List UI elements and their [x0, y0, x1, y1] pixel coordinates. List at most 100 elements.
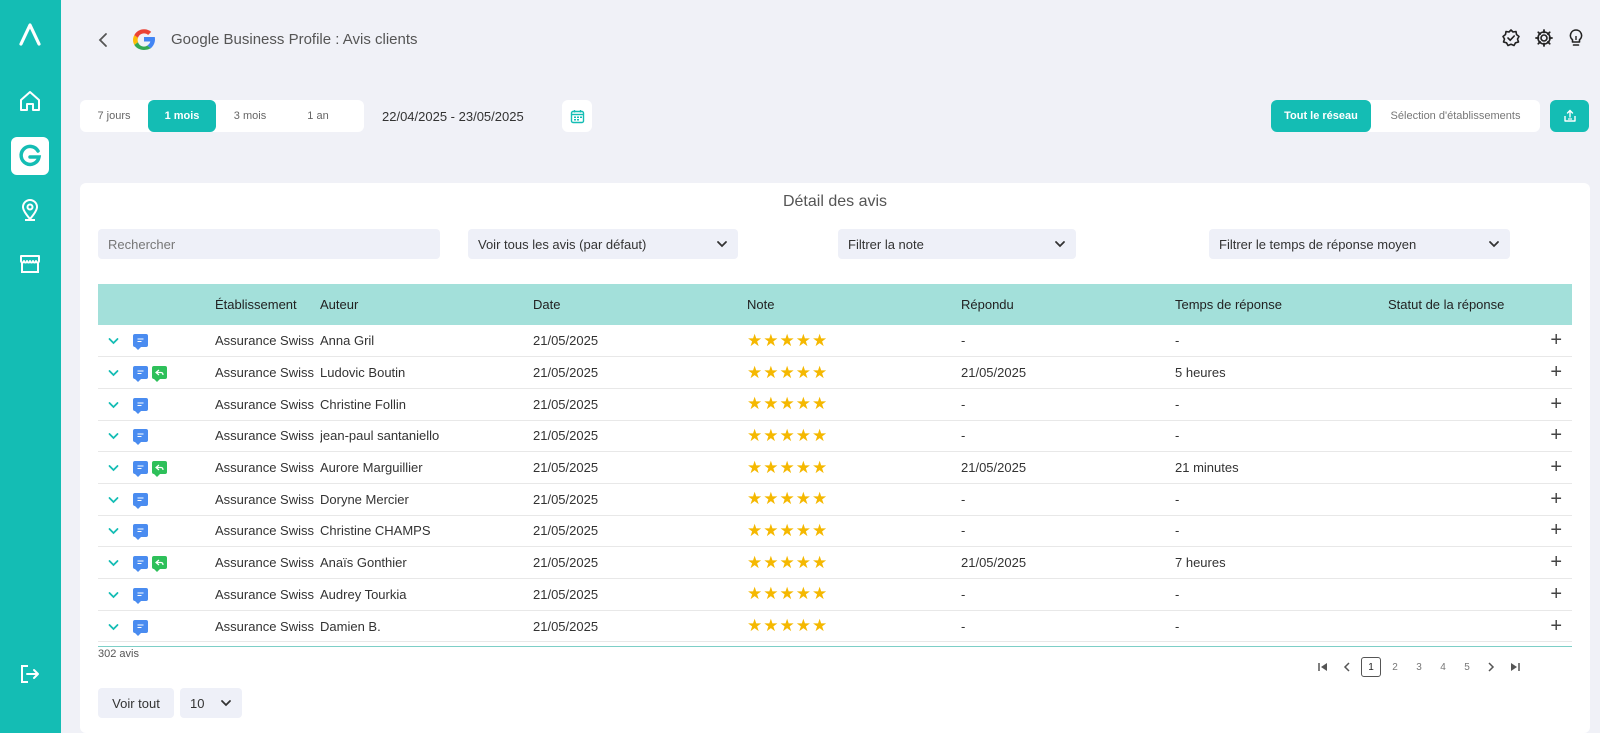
card-title: Détail des avis [782, 193, 888, 210]
establishment-cell: Assurance Swiss [215, 555, 314, 571]
chevron-down-icon[interactable] [108, 623, 119, 631]
expand-cell[interactable] [98, 357, 133, 389]
icons-cell [133, 515, 215, 547]
search-input[interactable] [98, 229, 440, 259]
add-response-button[interactable]: + [1388, 547, 1572, 579]
page-1[interactable]: 1 [1361, 657, 1381, 677]
last-page-button[interactable] [1505, 657, 1525, 677]
period-3-months[interactable]: 3 mois [216, 100, 284, 132]
chevron-left-icon [98, 33, 107, 47]
calendar-icon [570, 109, 584, 123]
first-page-button[interactable] [1313, 657, 1333, 677]
verified-badge-icon[interactable] [1501, 28, 1521, 48]
page-4[interactable]: 4 [1433, 657, 1453, 677]
chevron-down-icon[interactable] [108, 369, 119, 377]
reviews-filter-select[interactable]: Voir tous les avis (par défaut) [468, 229, 738, 259]
icons-cell [133, 357, 215, 389]
chevron-down-icon[interactable] [108, 432, 119, 440]
chevron-down-icon[interactable] [108, 559, 119, 567]
chevron-down-icon [1489, 241, 1499, 248]
header-response-status: Statut de la réponse [1388, 297, 1505, 312]
expand-cell[interactable] [98, 325, 133, 357]
add-response-button[interactable]: + [1388, 420, 1572, 452]
table-row: Assurance Swiss jean-paul santaniello 21… [98, 420, 1572, 452]
date-range-field[interactable]: 22/04/2025 - 23/05/2025 [370, 100, 556, 132]
icons-cell [133, 388, 215, 420]
add-response-button[interactable]: + [1388, 452, 1572, 484]
page-2[interactable]: 2 [1385, 657, 1405, 677]
response-time-cell: 21 minutes [1175, 460, 1239, 476]
chevron-down-icon[interactable] [108, 464, 119, 472]
gear-icon[interactable] [1534, 28, 1554, 48]
expand-cell[interactable] [98, 579, 133, 611]
lightbulb-icon[interactable] [1566, 28, 1586, 48]
page-size-value: 10 [190, 695, 205, 711]
expand-cell[interactable] [98, 547, 133, 579]
establishment-cell: Assurance Swiss [215, 333, 314, 349]
rating-filter-select[interactable]: Filtrer la note [838, 229, 1076, 259]
add-response-button[interactable]: + [1388, 579, 1572, 611]
sidebar-item-home[interactable] [11, 82, 49, 120]
chevron-down-icon[interactable] [108, 401, 119, 409]
prev-page-button[interactable] [1337, 657, 1357, 677]
table-row: Assurance Swiss Aurore Marguillier 21/05… [98, 452, 1572, 484]
chevron-down-icon[interactable] [108, 496, 119, 504]
establishment-cell: Assurance Swiss [215, 460, 314, 476]
period-7-days[interactable]: 7 jours [80, 100, 148, 132]
answered-cell: - [961, 428, 966, 444]
view-all-button[interactable]: Voir tout [98, 688, 174, 718]
location-pin-icon [21, 199, 39, 221]
add-response-button[interactable]: + [1388, 483, 1572, 515]
expand-cell[interactable] [98, 515, 133, 547]
review-comment-icon [133, 619, 148, 636]
chevron-down-icon[interactable] [108, 527, 119, 535]
expand-cell[interactable] [98, 388, 133, 420]
first-page-icon [1318, 663, 1327, 671]
calendar-button[interactable] [562, 100, 592, 132]
icons-cell [133, 547, 215, 579]
establishment-cell: Assurance Swiss [215, 396, 314, 412]
next-page-button[interactable] [1481, 657, 1501, 677]
icons-cell [133, 483, 215, 515]
sidebar-item-google[interactable] [11, 137, 49, 175]
author-cell: Ludovic Boutin [320, 365, 406, 381]
rating-cell: ★★★★★ [747, 325, 961, 357]
reviews-filter-value: Voir tous les avis (par défaut) [478, 236, 647, 252]
add-response-button[interactable]: + [1388, 357, 1572, 389]
star-rating: ★★★★★ [747, 394, 829, 414]
chevron-down-icon[interactable] [108, 337, 119, 345]
expand-cell[interactable] [98, 610, 133, 642]
add-response-button[interactable]: + [1388, 610, 1572, 642]
sidebar-item-locations[interactable] [11, 191, 49, 229]
select-establishments-button[interactable]: Sélection d'établissements [1371, 100, 1540, 132]
expand-cell[interactable] [98, 483, 133, 515]
page-3[interactable]: 3 [1409, 657, 1429, 677]
all-network-button[interactable]: Tout le réseau [1271, 100, 1371, 132]
answered-cell: 21/05/2025 [961, 555, 1027, 571]
add-response-button[interactable]: + [1388, 515, 1572, 547]
sidebar-item-logout[interactable] [11, 655, 49, 693]
page-5[interactable]: 5 [1457, 657, 1477, 677]
sidebar-item-store[interactable] [11, 245, 49, 283]
back-button[interactable] [92, 28, 114, 52]
table-row: Assurance Swiss Doryne Mercier 21/05/202… [98, 483, 1572, 516]
response-time-cell: 7 heures [1175, 555, 1226, 571]
export-button[interactable] [1550, 100, 1589, 132]
review-comment-icon [133, 492, 148, 509]
period-1-month[interactable]: 1 mois [148, 100, 216, 132]
google-logo-icon [133, 29, 155, 50]
chevron-down-icon[interactable] [108, 591, 119, 599]
add-response-button[interactable]: + [1388, 388, 1572, 420]
response-time-filter-select[interactable]: Filtrer le temps de réponse moyen [1209, 229, 1510, 259]
expand-cell[interactable] [98, 420, 133, 452]
star-rating: ★★★★★ [747, 457, 829, 477]
pagination: 1 2 3 4 5 [1313, 657, 1525, 677]
header-expand [98, 284, 133, 325]
period-1-year[interactable]: 1 an [284, 100, 352, 132]
answered-cell: - [961, 618, 966, 634]
expand-cell[interactable] [98, 452, 133, 484]
author-cell: Anna Gril [320, 333, 375, 349]
page-size-select[interactable]: 10 [180, 688, 242, 718]
add-response-button[interactable]: + [1388, 325, 1572, 357]
chevron-right-icon [1488, 662, 1495, 672]
